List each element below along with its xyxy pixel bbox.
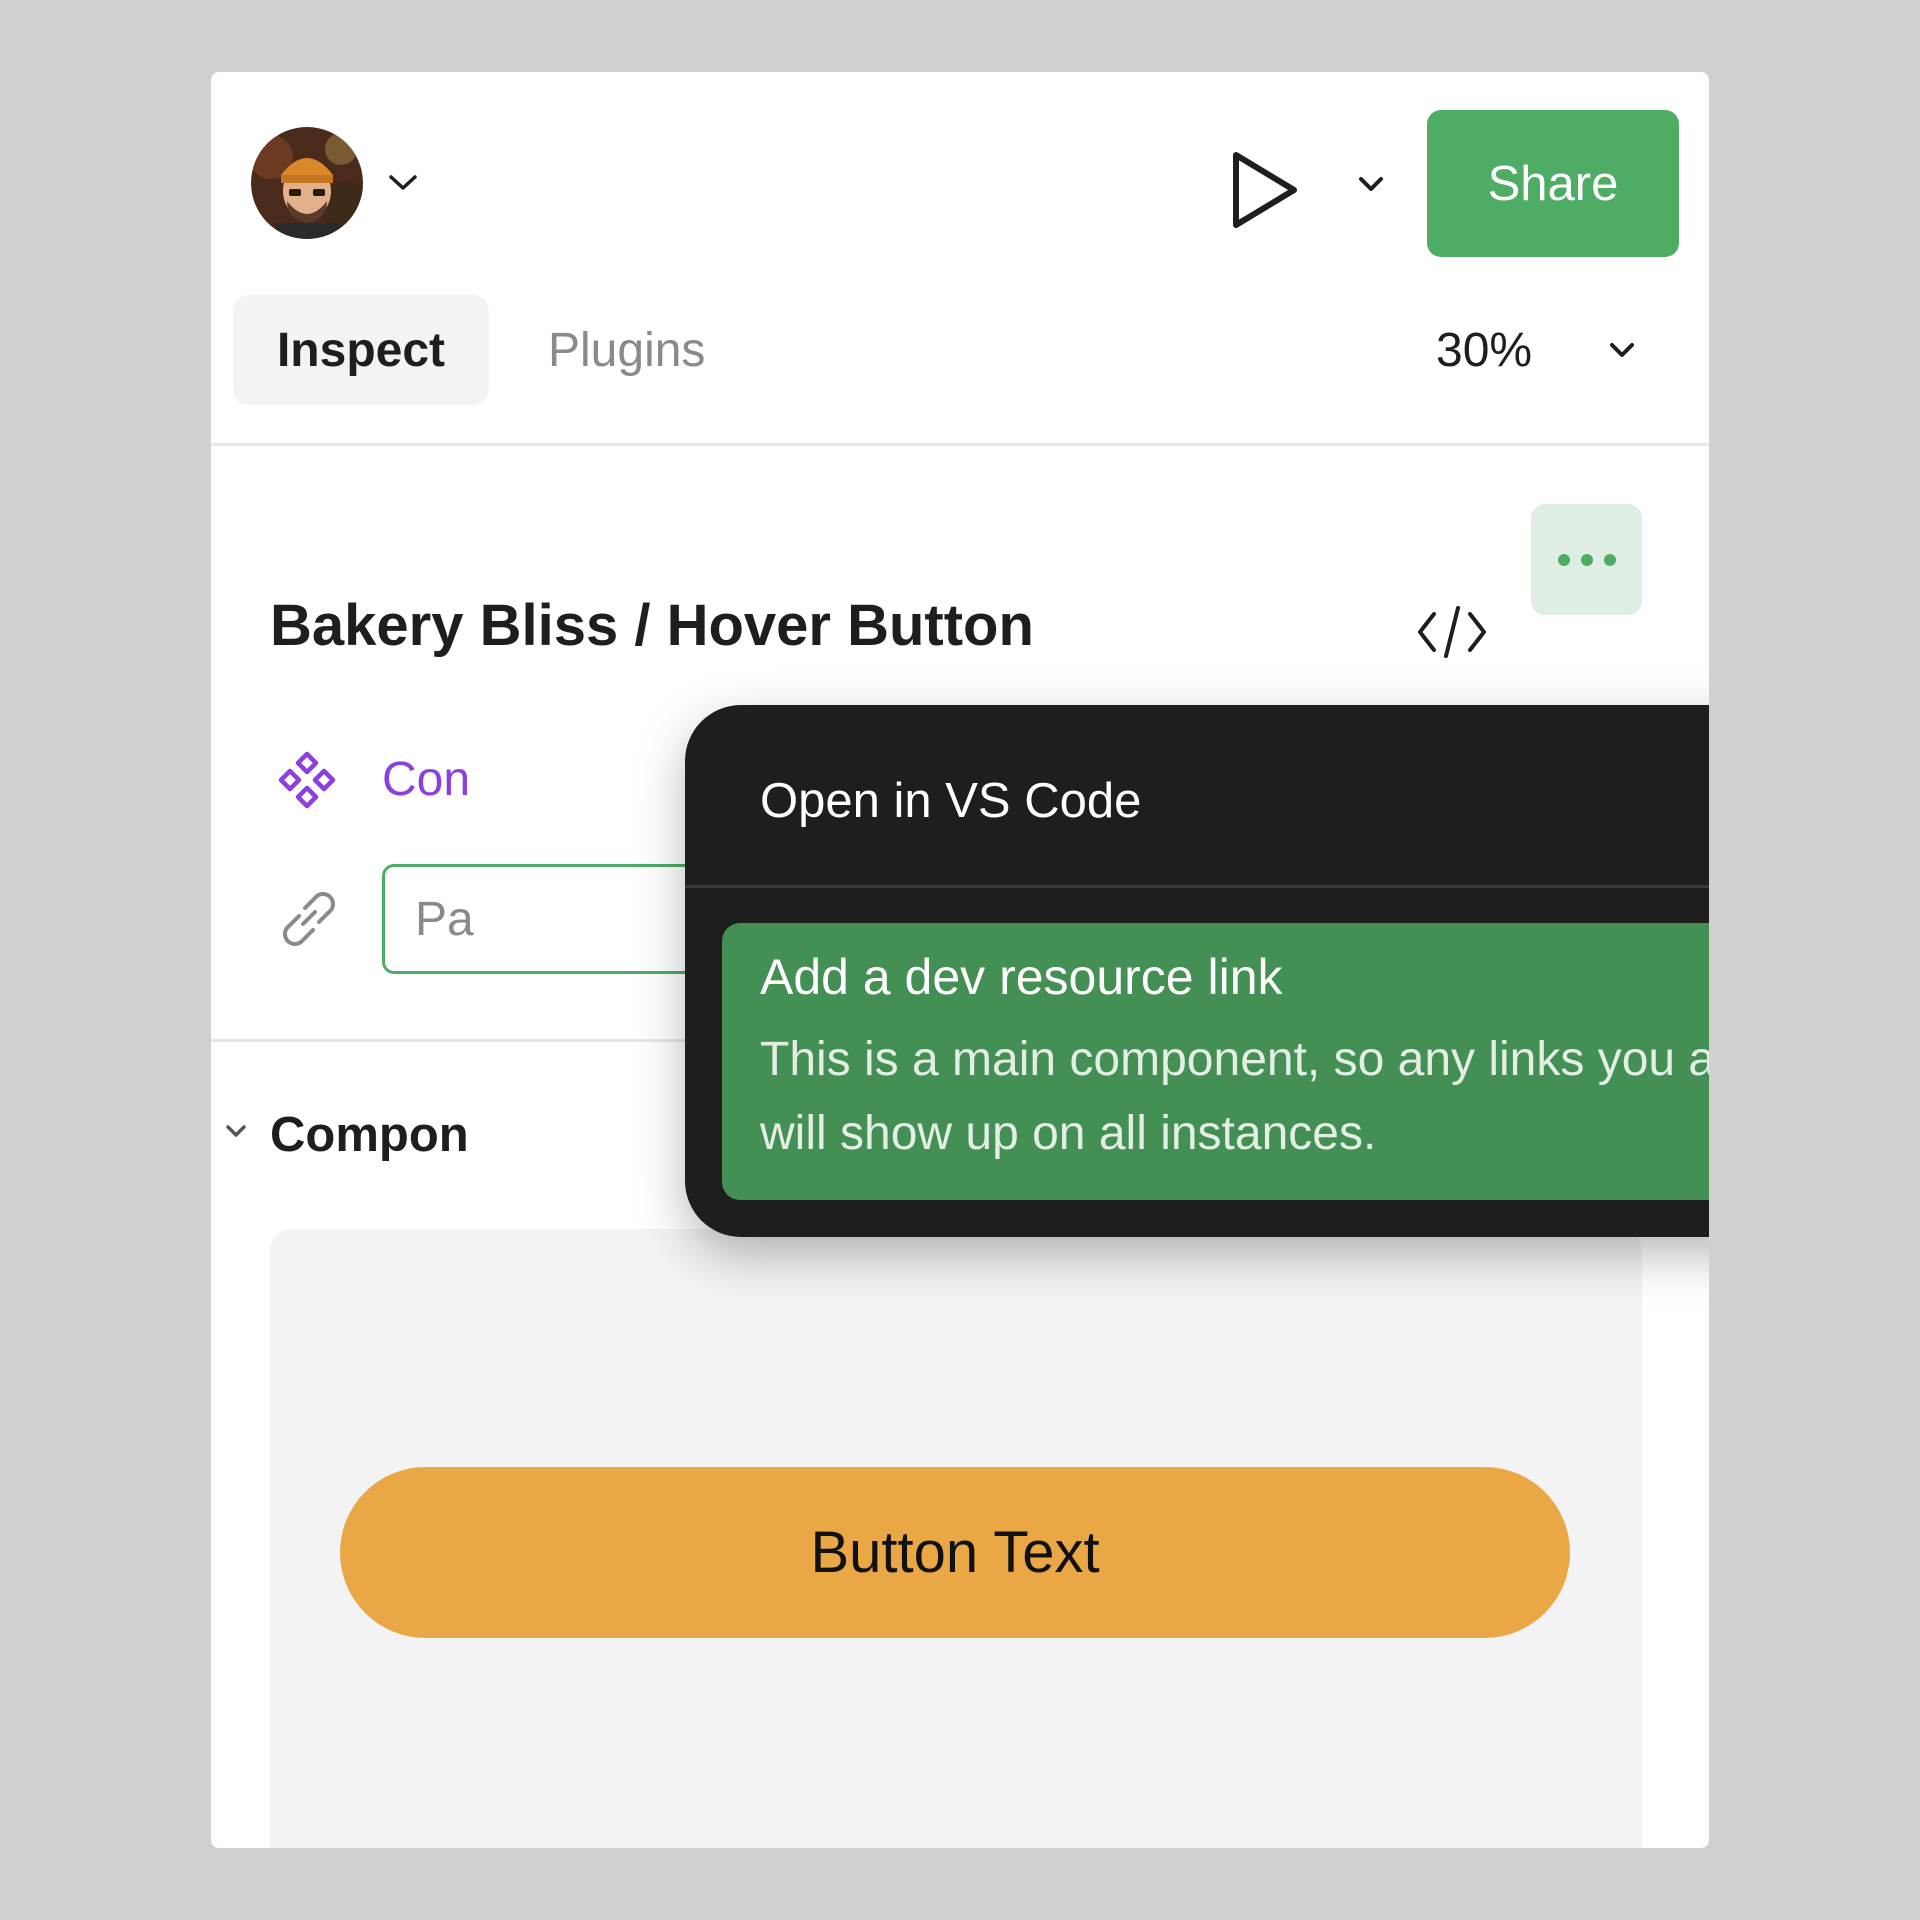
more-horizontal-icon: [1558, 554, 1616, 566]
tab-plugins[interactable]: Plugins: [548, 295, 705, 405]
preview-button: Button Text: [340, 1467, 1570, 1638]
zoom-level[interactable]: 30%: [1436, 295, 1532, 405]
chevron-down-icon[interactable]: [1607, 341, 1637, 361]
page-title: Bakery Bliss / Hover Button: [270, 593, 1034, 658]
component-icon: [278, 751, 336, 809]
more-button[interactable]: [1531, 504, 1642, 615]
code-icon[interactable]: [1414, 600, 1490, 664]
play-icon[interactable]: [1220, 147, 1306, 233]
menu-item-open-vscode[interactable]: Open in VS Code: [760, 771, 1141, 831]
menu-divider: [685, 885, 1709, 888]
chevron-down-icon[interactable]: [1356, 175, 1386, 195]
avatar[interactable]: [251, 127, 363, 239]
menu-item-add-dev-resource[interactable]: Add a dev resource link This is a main c…: [722, 923, 1709, 1200]
component-preview: Button Text: [270, 1229, 1642, 1848]
divider: [211, 443, 1709, 446]
menu-item-description: This is a main component, so any links y…: [760, 1033, 1709, 1160]
chevron-down-icon[interactable]: [219, 1114, 253, 1148]
menu-item-label: Add a dev resource link: [760, 949, 1283, 1005]
inspect-panel: Share Inspect Plugins 30% Bakery Bliss /…: [211, 72, 1709, 1848]
chevron-down-icon[interactable]: [386, 172, 420, 194]
link-icon: [283, 892, 335, 946]
share-button[interactable]: Share: [1427, 110, 1679, 257]
tab-inspect[interactable]: Inspect: [233, 295, 489, 405]
section-title[interactable]: Compon: [270, 1105, 469, 1165]
main-component-link[interactable]: Con: [382, 750, 470, 810]
more-menu: Open in VS Code Add a dev resource link …: [685, 705, 1709, 1237]
